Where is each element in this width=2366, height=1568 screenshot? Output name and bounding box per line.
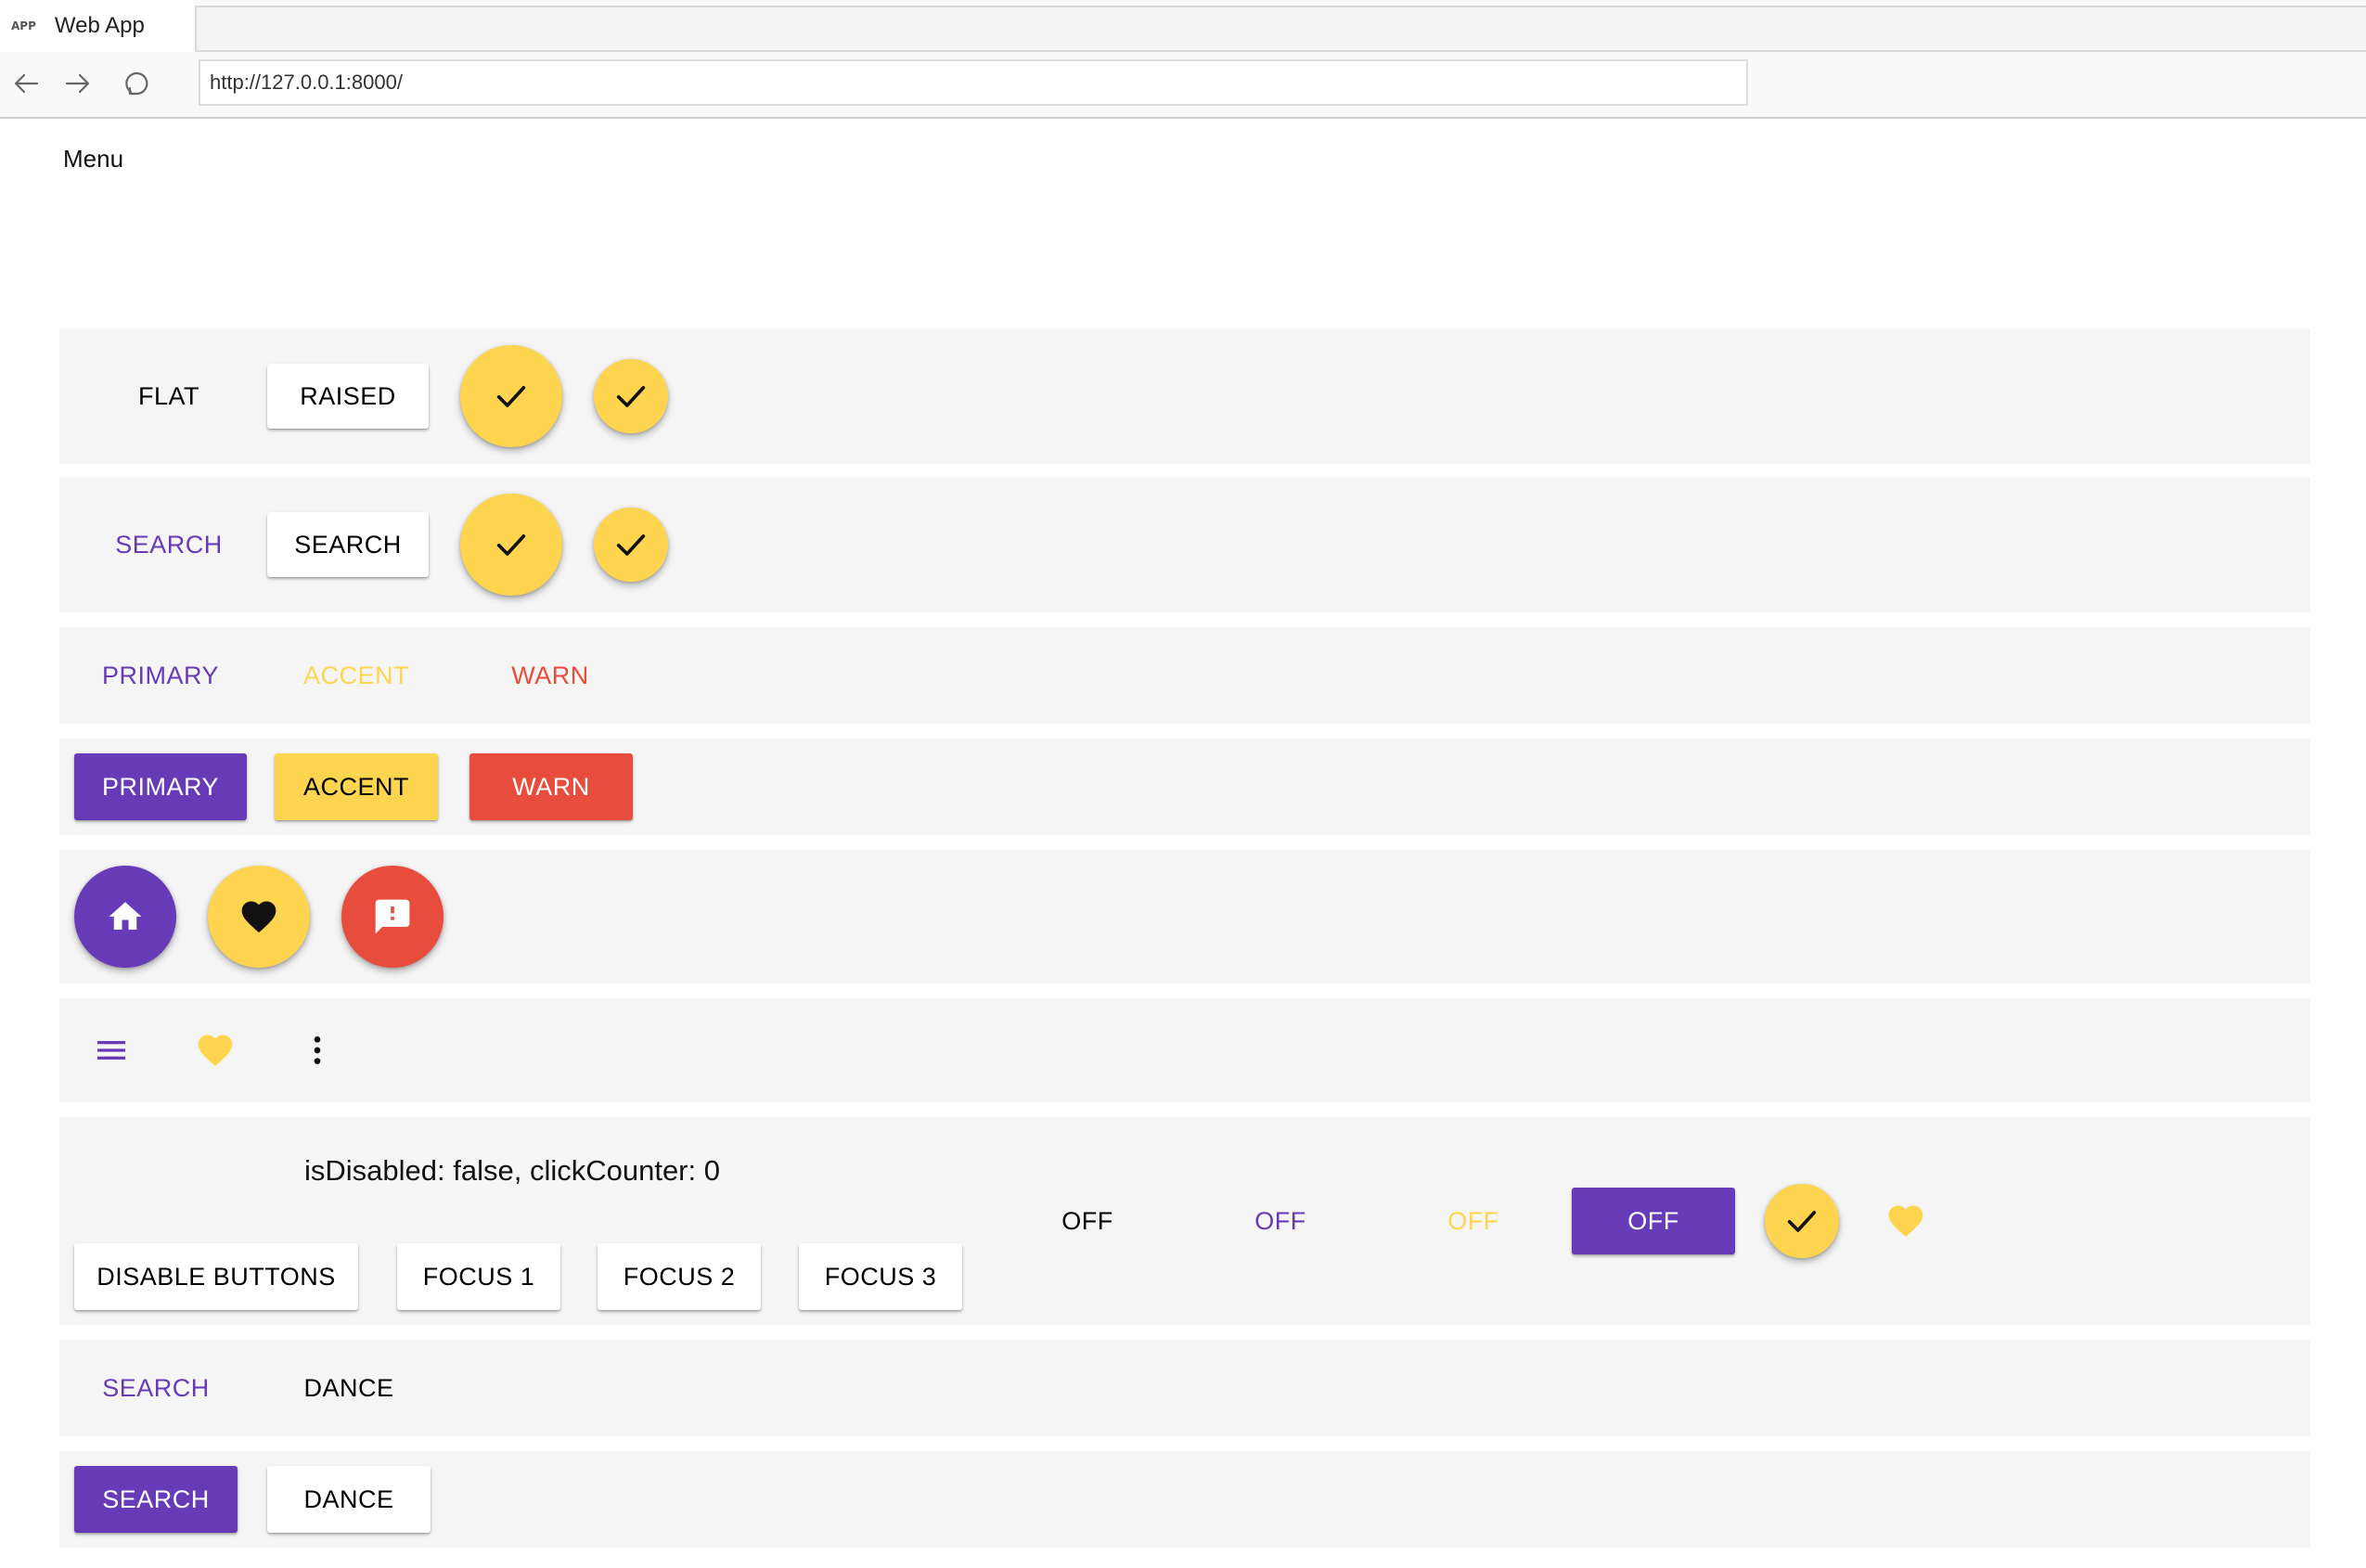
fab-check-button[interactable] [460,494,562,596]
button-row-color-flat: PRIMARY ACCENT WARN [59,627,2310,724]
dance-flat-button[interactable]: DANCE [267,1355,431,1421]
tab-title: Web App [54,13,145,38]
check-icon [496,534,526,556]
search-flat-button[interactable]: SEARCH [104,512,234,577]
disable-buttons-button[interactable]: DISABLE BUTTONS [74,1243,358,1310]
back-arrow-icon[interactable] [6,63,46,104]
heart-icon [241,901,276,933]
tab-strip: APP Web App [0,0,2366,54]
search-dance-flat-row: SEARCH DANCE [59,1340,2310,1436]
favorite-icon-button[interactable] [187,1022,243,1078]
toggle-off-raised-button[interactable]: OFF [1572,1188,1735,1254]
fab-check-button[interactable] [460,345,562,447]
accent-raised-button[interactable]: ACCENT [275,753,438,820]
button-row-color-raised: PRIMARY ACCENT WARN [59,739,2310,835]
dance-raised-button[interactable]: DANCE [267,1466,431,1533]
check-icon [616,386,646,407]
more-options-icon-button[interactable] [289,1022,345,1078]
disable-focus-row: isDisabled: false, clickCounter: 0 DISAB… [59,1117,2310,1325]
navigation-bar: http://127.0.0.1:8000/ [0,54,2366,117]
primary-flat-button[interactable]: PRIMARY [74,642,247,709]
forward-arrow-icon[interactable] [58,63,98,104]
home-icon [109,902,142,930]
favorite-fab-button[interactable] [208,866,310,968]
focus-1-button[interactable]: FOCUS 1 [397,1243,560,1310]
mini-fab-check-button[interactable] [594,508,668,582]
browser-chrome: APP Web App http://127.0.0.1:8000/ [0,0,2366,119]
more-vert-icon [314,1036,321,1064]
warn-raised-button[interactable]: WARN [469,753,633,820]
tab-strip-empty-area [195,6,2366,52]
heart-icon [1888,1205,1923,1238]
toggle-off-primary-button[interactable]: OFF [1199,1188,1362,1254]
feedback-fab-button[interactable] [341,866,444,968]
reload-icon[interactable] [117,63,158,104]
accent-flat-button[interactable]: ACCENT [275,642,438,709]
focus-2-button[interactable]: FOCUS 2 [598,1243,761,1310]
check-icon [1787,1211,1817,1232]
app-icon: APP [11,19,36,32]
feedback-icon [375,899,410,934]
home-fab-button[interactable] [74,866,176,968]
heart-icon [198,1035,233,1067]
search-raised-button[interactable]: SEARCH [74,1466,238,1533]
icon-button-row [59,998,2310,1102]
mini-fab-check-button[interactable] [1765,1184,1839,1258]
menu-label[interactable]: Menu [63,145,123,174]
menu-icon-button[interactable] [84,1022,139,1078]
status-text: isDisabled: false, clickCounter: 0 [304,1154,720,1187]
search-raised-button[interactable]: SEARCH [267,512,429,577]
check-icon [496,386,526,407]
toggle-off-accent-button[interactable]: OFF [1392,1188,1555,1254]
search-flat-button[interactable]: SEARCH [74,1355,238,1421]
search-dance-raised-row: SEARCH DANCE [59,1451,2310,1548]
url-field[interactable]: http://127.0.0.1:8000/ [199,59,1748,106]
fab-row [59,850,2310,983]
raised-button[interactable]: RAISED [267,364,429,429]
flat-button[interactable]: FLAT [104,364,234,429]
button-row-flat-raised: FLAT RAISED [59,328,2310,464]
browser-tab[interactable]: APP Web App [0,0,193,52]
mini-fab-check-button[interactable] [594,359,668,433]
primary-raised-button[interactable]: PRIMARY [74,753,247,820]
check-icon [616,534,646,556]
focus-3-button[interactable]: FOCUS 3 [799,1243,962,1310]
warn-flat-button[interactable]: WARN [469,642,631,709]
toggle-off-button[interactable]: OFF [1006,1188,1169,1254]
favorite-icon-button[interactable] [1878,1193,1934,1249]
button-row-search: SEARCH SEARCH [59,477,2310,612]
menu-icon [97,1041,125,1060]
